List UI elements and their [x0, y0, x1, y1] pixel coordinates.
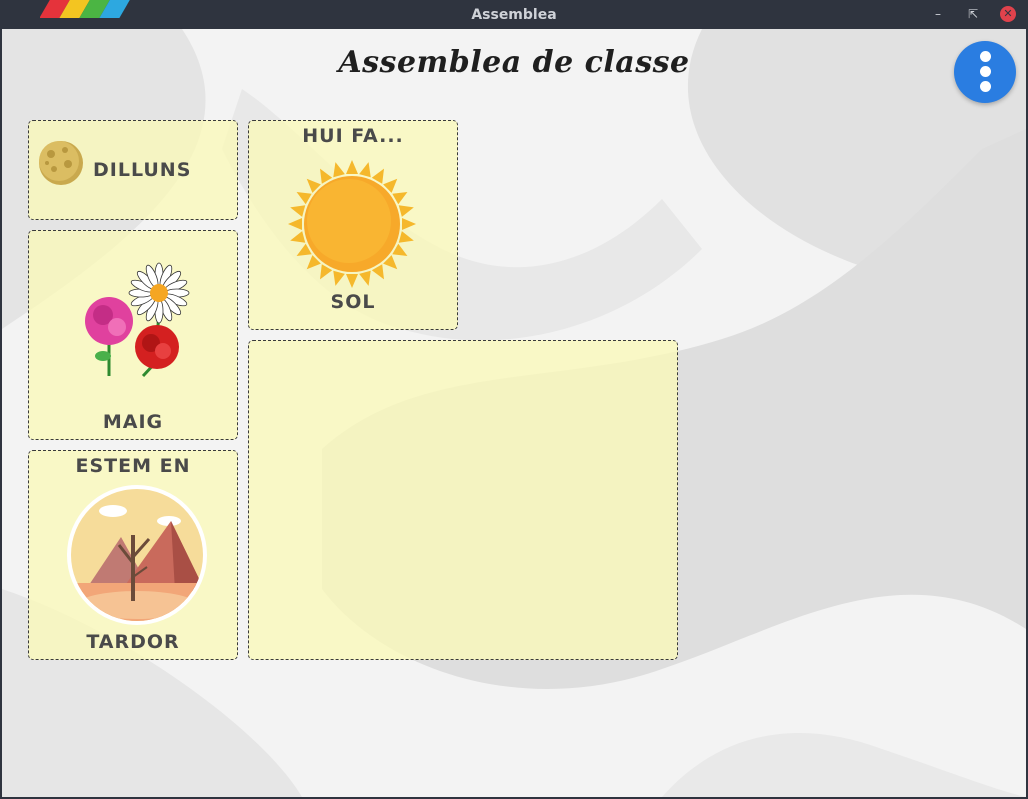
page-title: Assemblea de classe	[338, 45, 690, 80]
month-card[interactable]: MAIG	[28, 230, 238, 440]
weather-label: SOL	[330, 291, 376, 313]
menu-button[interactable]	[954, 41, 1016, 103]
weather-card[interactable]: HUI FA... SOL	[248, 120, 458, 330]
window-title: Assemblea	[471, 7, 557, 23]
season-label: TARDOR	[86, 631, 180, 653]
weather-heading: HUI FA...	[302, 125, 404, 147]
autumn-landscape-icon	[67, 485, 207, 625]
season-card[interactable]: ESTEM EN TARDOR	[28, 450, 238, 660]
app-window: Assemblea – ⇱ ✕ Assemblea de classe DILL…	[0, 0, 1028, 799]
flowers-icon	[85, 262, 190, 378]
minimize-button[interactable]: –	[930, 6, 946, 22]
menu-dot	[980, 66, 991, 77]
month-label: MAIG	[102, 411, 164, 433]
title-bar[interactable]: Assemblea – ⇱ ✕	[0, 0, 1028, 29]
more-vertical-icon	[980, 51, 991, 62]
moon-icon	[39, 141, 83, 185]
close-button[interactable]: ✕	[1000, 6, 1016, 22]
maximize-button[interactable]: ⇱	[965, 6, 981, 22]
day-label: DILLUNS	[93, 159, 192, 181]
main-content: Assemblea de classe DILLUNS HUI FA... SO…	[2, 29, 1026, 797]
season-heading: ESTEM EN	[75, 455, 191, 477]
day-card[interactable]: DILLUNS	[28, 120, 238, 220]
menu-dot	[980, 81, 991, 92]
empty-card[interactable]	[248, 340, 678, 660]
sun-icon	[288, 160, 416, 288]
